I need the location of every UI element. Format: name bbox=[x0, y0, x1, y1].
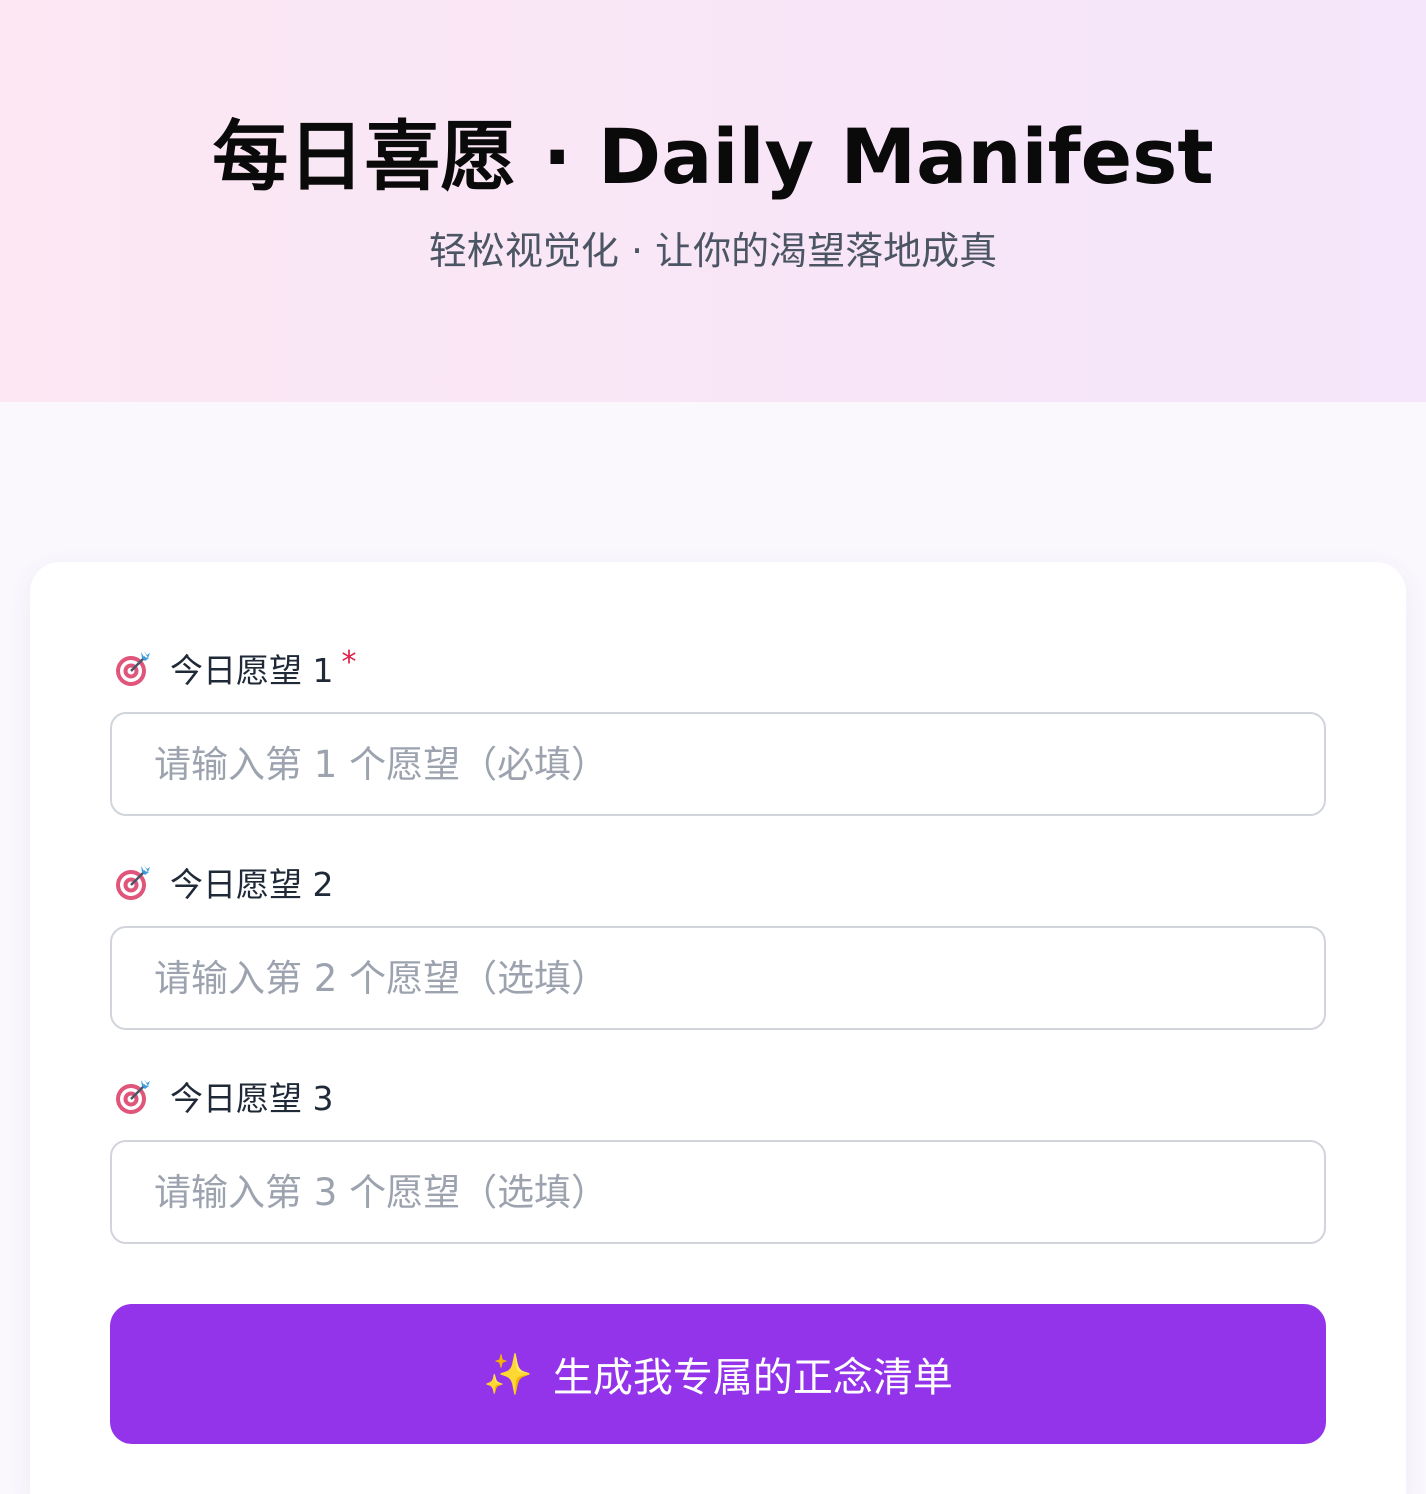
wish-3-label-text: 今日愿望 3 bbox=[170, 1079, 334, 1118]
wish-2-label-text: 今日愿望 2 bbox=[170, 865, 334, 904]
page-title: 每日喜愿 · Daily Manifest bbox=[212, 112, 1214, 201]
target-icon bbox=[114, 863, 152, 901]
wish-1-label-text: 今日愿望 1 bbox=[170, 651, 334, 690]
wish-3-input[interactable] bbox=[110, 1140, 1326, 1244]
target-icon bbox=[114, 1077, 152, 1115]
required-star: * bbox=[341, 644, 357, 680]
generate-list-button[interactable]: ✨ 生成我专属的正念清单 bbox=[110, 1304, 1326, 1444]
page-subtitle: 轻松视觉化 · 让你的渴望落地成真 bbox=[428, 229, 998, 273]
wish-1-label: 今日愿望 1 * bbox=[114, 644, 357, 690]
sparkle-icon: ✨ bbox=[483, 1351, 533, 1398]
hero-header: 每日喜愿 · Daily Manifest 轻松视觉化 · 让你的渴望落地成真 bbox=[0, 0, 1426, 402]
generate-list-button-label: 生成我专属的正念清单 bbox=[552, 1355, 953, 1401]
wish-3-label: 今日愿望 3 bbox=[114, 1074, 334, 1118]
wish-form-card: 今日愿望 1 * 今日愿望 2 bbox=[30, 562, 1406, 1494]
wish-2-label: 今日愿望 2 bbox=[114, 860, 334, 904]
target-icon bbox=[114, 649, 152, 687]
wish-1-input[interactable] bbox=[110, 712, 1326, 816]
wish-2-input[interactable] bbox=[110, 926, 1326, 1030]
